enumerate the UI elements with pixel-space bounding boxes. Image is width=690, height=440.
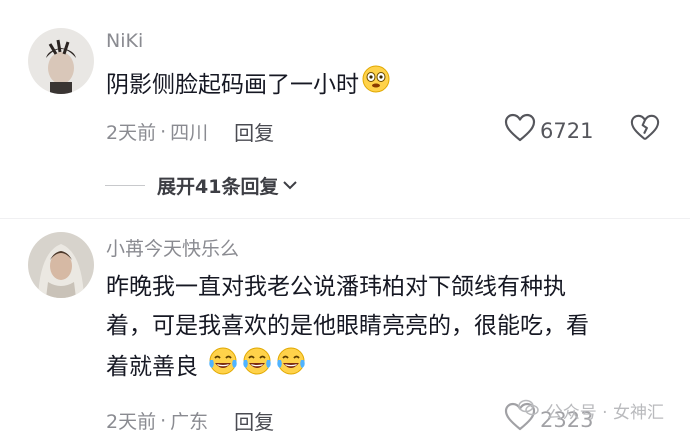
location: 四川 (170, 122, 209, 144)
reply-button[interactable]: 回复 (234, 117, 274, 146)
comment-text-line: 着，可是我喜欢的是他眼睛亮亮的，很能吃，看 (106, 313, 589, 339)
comment-divider (0, 218, 690, 219)
tears-of-joy-emoji-icon (275, 346, 307, 389)
comment-text-line: 昨晚我一直对我老公说潘玮柏对下颌线有种执 (106, 274, 566, 300)
avatar[interactable] (28, 28, 94, 94)
expand-replies-button[interactable]: 展开41条回复 (105, 172, 298, 199)
chevron-down-icon (282, 176, 298, 195)
comment-text-content: 着就善良 (106, 354, 198, 380)
separator: · (160, 409, 167, 432)
broken-heart-icon (630, 114, 660, 147)
reply-button[interactable]: 回复 (234, 406, 274, 435)
tears-of-joy-emoji-icon (241, 346, 273, 389)
username[interactable]: 小苒今天快乐么 (106, 234, 239, 261)
comment-text-content: 阴影侧脸起码画了一小时 (106, 72, 359, 98)
comment-item: NiKi 阴影侧脸起码画了一小时 2天前 · 四川 回复 6721 (0, 0, 690, 170)
timestamp: 2天前 (106, 122, 157, 144)
wechat-icon (518, 399, 540, 422)
separator: · (160, 120, 167, 143)
comment-text-line-3: 着就善良 (106, 346, 666, 389)
username[interactable]: NiKi (106, 30, 143, 52)
like-button[interactable]: 6721 (504, 113, 593, 148)
comment-text: 昨晚我一直对我老公说潘玮柏对下颌线有种执 着，可是我喜欢的是他眼睛亮亮的，很能吃… (106, 268, 666, 389)
astonished-emoji-icon (361, 64, 391, 107)
timestamp: 2天前 (106, 411, 157, 433)
location: 广东 (170, 411, 209, 433)
comment-meta: 2天前 · 广东 回复 (106, 406, 274, 435)
heart-icon (504, 113, 540, 148)
watermark-text: 公众号 · 女神汇 (545, 403, 664, 423)
comment-meta: 2天前 · 四川 回复 (106, 117, 274, 146)
dislike-button[interactable] (630, 113, 660, 147)
divider-line (105, 185, 145, 186)
avatar[interactable] (28, 232, 94, 298)
comment-text: 阴影侧脸起码画了一小时 (106, 64, 666, 107)
watermark: 公众号 · 女神汇 (518, 398, 664, 423)
expand-replies-label: 展开41条回复 (157, 176, 279, 198)
tears-of-joy-emoji-icon (207, 346, 239, 389)
like-count: 6721 (540, 118, 594, 143)
